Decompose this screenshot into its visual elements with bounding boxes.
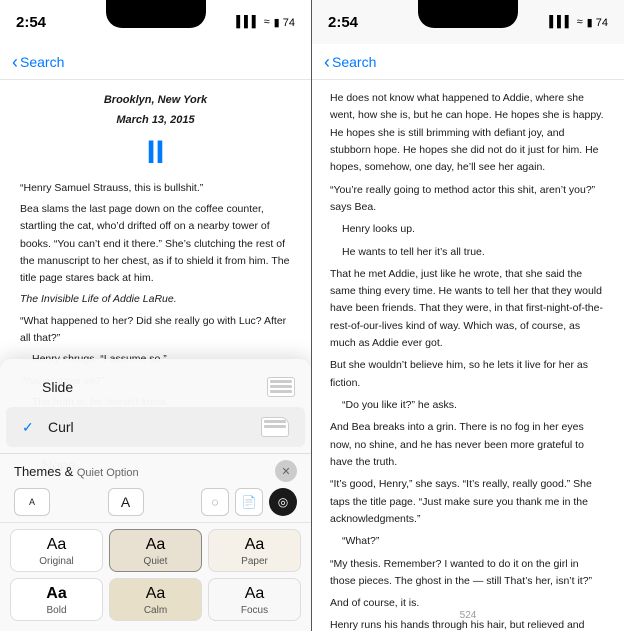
right-para-10: “My thesis. Remember? I wanted to do it … — [330, 556, 606, 591]
theme-calm[interactable]: Aa Calm — [109, 578, 202, 621]
right-para-6: “Do you like it?” he asks. — [330, 397, 606, 414]
theme-focus-label: Focus — [213, 605, 296, 616]
scroll-option-curl[interactable]: ✓ Curl — [6, 407, 305, 447]
page-number: 524 — [460, 610, 477, 621]
curl-icon — [261, 417, 289, 437]
book-date: March 13, 2015 — [20, 112, 291, 130]
right-para-9: “What?” — [330, 533, 606, 550]
scroll-option-slide[interactable]: Slide — [0, 367, 311, 407]
right-battery-icon: ▮ 74 — [587, 16, 608, 29]
curl-check: ✓ — [22, 419, 38, 436]
theme-original-text: Aa — [15, 536, 98, 554]
right-para-8: “It’s good, Henry,” she says. “It’s real… — [330, 476, 606, 528]
theme-quiet[interactable]: Aa Quiet — [109, 529, 202, 572]
right-nav-back-label: Search — [332, 54, 376, 70]
right-para-4: That he met Addie, just like he wrote, t… — [330, 266, 606, 353]
right-para-3: He wants to tell her it’s all true. — [330, 244, 606, 261]
themes-header: Themes & Quiet Option ✕ — [0, 454, 311, 486]
wifi-icon: ≈ — [264, 16, 270, 28]
back-arrow-icon: ‹ — [12, 53, 18, 71]
book-para-2: The Invisible Life of Addie LaRue. — [20, 291, 291, 308]
book-chapter: II — [20, 133, 291, 171]
right-signal-icon: ▌▌▌ — [549, 16, 572, 28]
left-nav-back-label: Search — [20, 54, 64, 70]
notch — [106, 0, 206, 28]
theme-paper-text: Aa — [213, 536, 296, 554]
right-nav-bar: ‹ Search — [312, 44, 624, 80]
font-controls: ◌ 📄 ◎ — [201, 488, 297, 516]
book-para-3: “What happened to her? Did she really go… — [20, 313, 291, 348]
font-size-row: A A ◌ 📄 ◎ — [0, 486, 311, 523]
theme-paper[interactable]: Aa Paper — [208, 529, 301, 572]
theme-grid: Aa Original Aa Quiet Aa Paper Aa Bold — [0, 523, 311, 631]
themes-bar: Themes & Quiet Option ✕ A A ◌ 📄 ◎ Aa Ori — [0, 453, 311, 631]
slide-label: Slide — [42, 379, 73, 395]
book-para-1: Bea slams the last page down on the coff… — [20, 201, 291, 288]
right-para-5: But she wouldn’t believe him, so he lets… — [330, 357, 606, 392]
left-nav-bar: ‹ Search — [0, 44, 311, 80]
right-para-1: “You’re really going to method actor thi… — [330, 182, 606, 217]
theme-quiet-text: Aa — [114, 536, 197, 554]
themes-subtitle: Quiet Option — [77, 467, 139, 479]
book-para-0: “Henry Samuel Strauss, this is bullshit.… — [20, 180, 291, 197]
theme-focus[interactable]: Aa Focus — [208, 578, 301, 621]
book-location: Brooklyn, New York — [20, 92, 291, 110]
right-para-0: He does not know what happened to Addie,… — [330, 90, 606, 177]
right-phone: 2:54 ▌▌▌ ≈ ▮ 74 ‹ Search He does not kno… — [312, 0, 624, 631]
font-page-button[interactable]: 📄 — [235, 488, 263, 516]
right-book-content: He does not know what happened to Addie,… — [312, 80, 624, 631]
right-back-arrow-icon: ‹ — [324, 53, 330, 71]
right-screen: 2:54 ▌▌▌ ≈ ▮ 74 ‹ Search He does not kno… — [312, 0, 624, 631]
theme-bold-label: Bold — [15, 605, 98, 616]
theme-original-label: Original — [15, 556, 98, 567]
theme-focus-text: Aa — [213, 585, 296, 603]
right-status-icons: ▌▌▌ ≈ ▮ 74 — [549, 16, 608, 29]
left-back-button[interactable]: ‹ Search — [12, 53, 64, 71]
font-small-button[interactable]: A — [14, 488, 50, 516]
battery-icon: ▮ 74 — [274, 16, 295, 29]
themes-close-button[interactable]: ✕ — [275, 460, 297, 482]
theme-paper-label: Paper — [213, 556, 296, 567]
left-status-time: 2:54 — [16, 14, 46, 31]
signal-icon: ▌▌▌ — [236, 16, 259, 28]
themes-title: Themes & Quiet Option — [14, 464, 139, 479]
right-notch — [418, 0, 518, 28]
theme-quiet-label: Quiet — [114, 556, 197, 567]
right-status-time: 2:54 — [328, 14, 358, 31]
theme-calm-text: Aa — [114, 585, 197, 603]
app-container: 2:54 ▌▌▌ ≈ ▮ 74 ‹ Search Brooklyn, New Y… — [0, 0, 624, 631]
right-back-button[interactable]: ‹ Search — [324, 53, 376, 71]
slide-icon — [267, 377, 295, 397]
left-screen: 2:54 ▌▌▌ ≈ ▮ 74 ‹ Search Brooklyn, New Y… — [0, 0, 311, 631]
theme-bold[interactable]: Aa Bold — [10, 578, 103, 621]
right-wifi-icon: ≈ — [577, 16, 583, 28]
theme-original[interactable]: Aa Original — [10, 529, 103, 572]
left-phone: 2:54 ▌▌▌ ≈ ▮ 74 ‹ Search Brooklyn, New Y… — [0, 0, 312, 631]
font-type-button[interactable]: ◌ — [201, 488, 229, 516]
curl-label: Curl — [48, 419, 74, 435]
right-para-2: Henry looks up. — [330, 221, 606, 238]
eye-button[interactable]: ◎ — [269, 488, 297, 516]
left-status-icons: ▌▌▌ ≈ ▮ 74 — [236, 16, 295, 29]
right-para-7: And Bea breaks into a grin. There is no … — [330, 419, 606, 471]
font-large-button[interactable]: A — [108, 488, 144, 516]
theme-bold-text: Aa — [15, 585, 98, 603]
theme-calm-label: Calm — [114, 605, 197, 616]
